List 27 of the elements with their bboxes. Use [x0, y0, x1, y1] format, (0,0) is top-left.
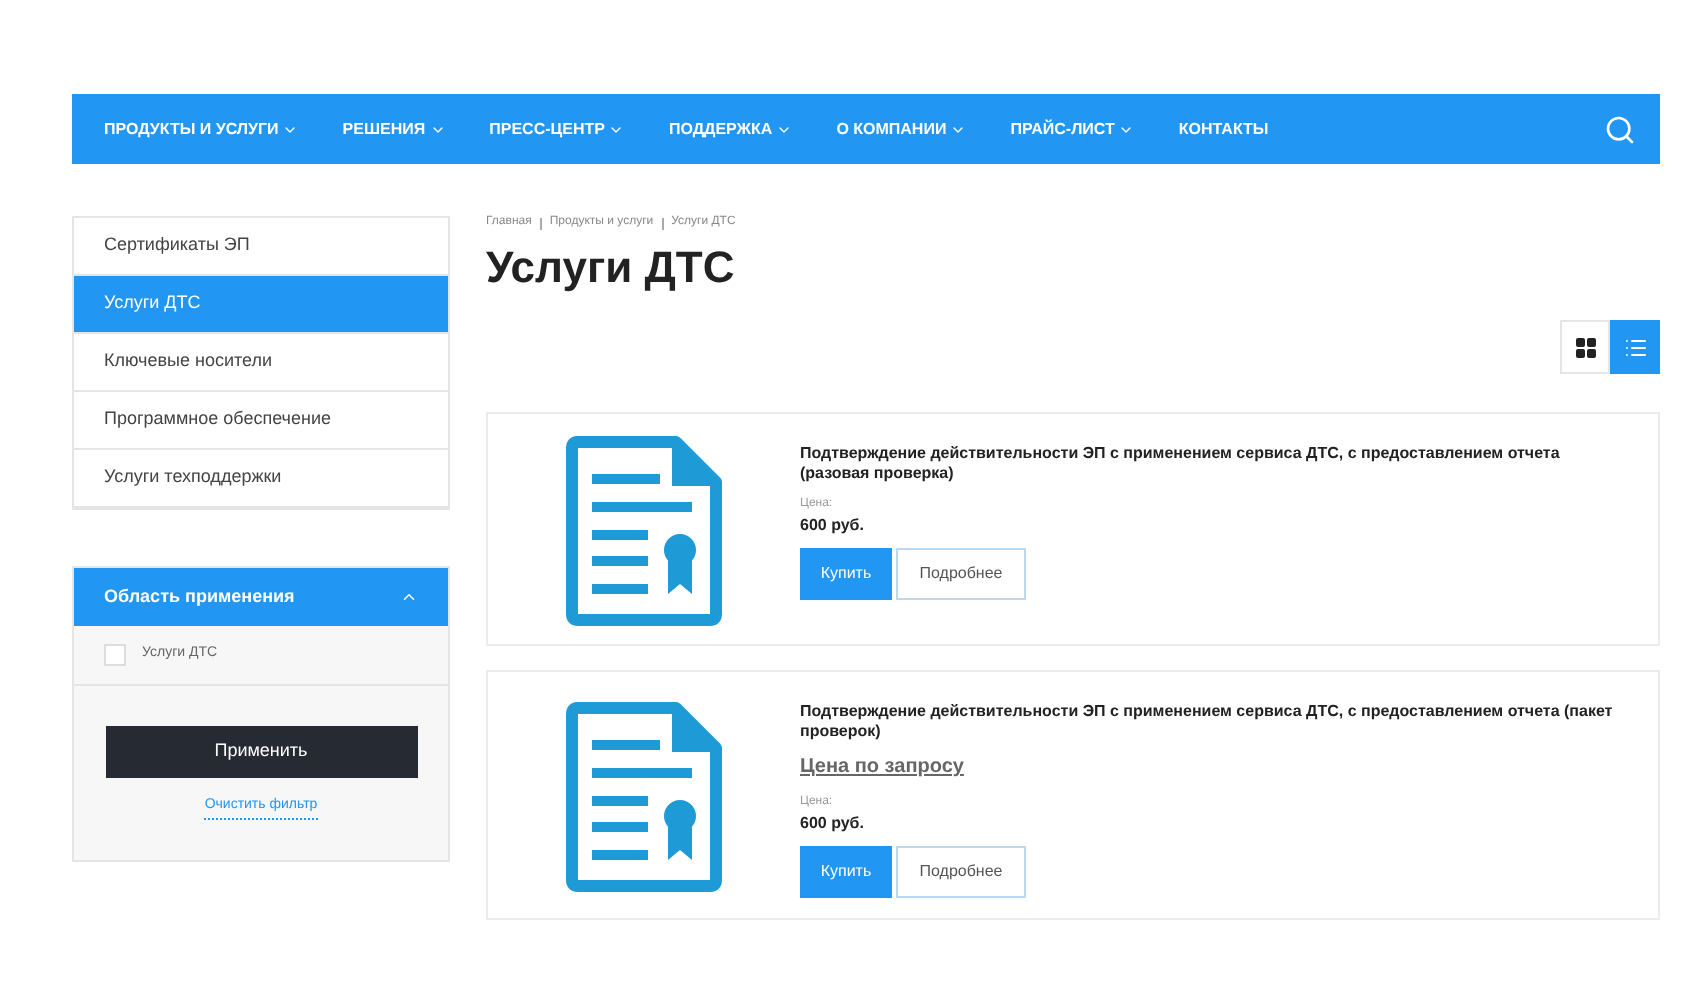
search-icon[interactable] [1604, 113, 1636, 145]
price: 600 руб. [800, 514, 866, 538]
certificate-document-icon [564, 433, 724, 625]
grid-icon [1573, 335, 1597, 359]
category-item[interactable]: Услуги ДТС [74, 276, 448, 334]
nav-item[interactable]: ПРЕСС-ЦЕНТР [489, 117, 625, 141]
product-title[interactable]: Подтверждение действительности ЭП с применением сервиса ДТС, с предоставлением отчета (пакет проверок) [800, 702, 1630, 742]
details-button[interactable]: Подробнее [896, 548, 1026, 600]
certificate-document-icon [564, 699, 724, 891]
nav-item[interactable]: РЕШЕНИЯ [342, 117, 446, 141]
grid-view-button[interactable] [1560, 320, 1610, 374]
product-title[interactable]: Подтверждение действительности ЭП с применением сервиса ДТС, с предоставлением отчета (разовая проверка) [800, 444, 1630, 484]
nav-item[interactable]: О КОМПАНИИ [836, 117, 967, 141]
details-button[interactable]: Подробнее [896, 846, 1026, 898]
filter-header[interactable]: Область применения [74, 568, 448, 626]
filter-title: Область применения [104, 583, 295, 610]
checkbox[interactable] [104, 644, 126, 666]
apply-button[interactable]: Применить [105, 726, 417, 778]
page-title: Услуги ДТС [486, 240, 737, 296]
nav-item[interactable]: ПОДДЕРЖКА [668, 117, 793, 141]
buy-button[interactable]: Купить [800, 846, 892, 898]
nav-item[interactable]: КОНТАКТЫ [1178, 117, 1269, 141]
nav-item[interactable]: ПРОДУКТЫ И УСЛУГИ [104, 117, 299, 141]
price: 600 руб. [800, 812, 866, 836]
buy-button[interactable]: Купить [800, 548, 892, 600]
price-request-link[interactable]: Цена по запросу [800, 752, 964, 782]
nav-item[interactable]: ПРАЙС-ЛИСТ [1010, 117, 1135, 141]
